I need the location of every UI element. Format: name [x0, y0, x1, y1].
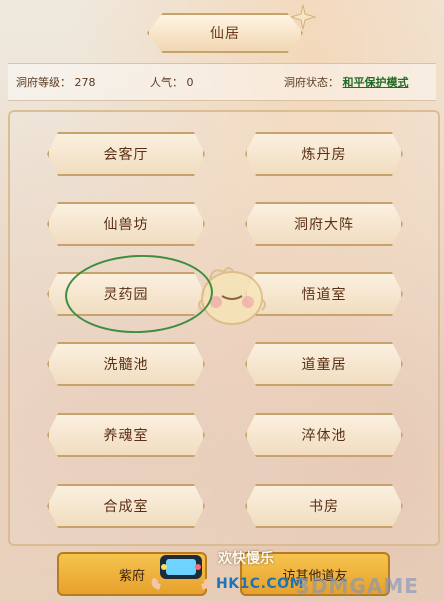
building-button-herb-garden[interactable]: 灵药园	[47, 272, 205, 316]
building-button-alchemy-room[interactable]: 炼丹房	[245, 132, 403, 176]
page-title: 仙居	[147, 13, 303, 53]
building-button-formation[interactable]: 洞府大阵	[245, 202, 403, 246]
cave-level: 洞府等级： 278	[16, 74, 96, 90]
building-label: 洗髓池	[103, 357, 149, 373]
building-button-guest-hall[interactable]: 会客厅	[47, 132, 205, 176]
building-button-beast-workshop[interactable]: 仙兽坊	[47, 202, 205, 246]
watermark-site: HK1C.COM	[216, 576, 305, 592]
building-button-synthesis-room[interactable]: 合成室	[47, 484, 205, 528]
chick-mascot-icon	[198, 267, 266, 325]
building-button-marrow-pool[interactable]: 洗髓池	[47, 342, 205, 386]
building-label: 淬体池	[301, 428, 347, 444]
cave-status: 洞府状态： 和平保护模式	[284, 74, 409, 90]
building-label: 仙兽坊	[103, 217, 149, 233]
cave-level-value: 278	[74, 76, 96, 89]
popularity-value: 0	[186, 76, 194, 89]
building-button-tempering-pool[interactable]: 淬体池	[245, 413, 403, 457]
page-title-text: 仙居	[210, 26, 240, 42]
building-label: 书房	[309, 499, 339, 515]
building-label: 悟道室	[301, 287, 347, 303]
building-label: 道童居	[301, 357, 347, 373]
building-label: 炼丹房	[301, 147, 347, 163]
building-button-soul-room[interactable]: 养魂室	[47, 413, 205, 457]
building-label: 会客厅	[103, 147, 149, 163]
building-label: 合成室	[103, 499, 149, 515]
cave-status-label: 洞府状态：	[284, 76, 339, 89]
building-button-acolyte-residence[interactable]: 道童居	[245, 342, 403, 386]
cave-level-label: 洞府等级：	[16, 76, 71, 89]
game-controller-phone-icon	[151, 555, 211, 590]
popularity: 人气： 0	[150, 74, 194, 90]
watermark-brand: 3DMGAME	[296, 574, 419, 598]
building-label: 灵药园	[103, 287, 149, 303]
popularity-label: 人气：	[150, 76, 183, 89]
building-label: 养魂室	[103, 428, 149, 444]
watermark-top-text: 欢快慢乐	[218, 551, 274, 567]
cave-status-value[interactable]: 和平保护模式	[343, 76, 409, 89]
building-button-study[interactable]: 书房	[245, 484, 403, 528]
bottom-tab-label: 紫府	[118, 568, 145, 584]
info-bar: 洞府等级： 278 人气： 0 洞府状态： 和平保护模式	[8, 63, 436, 101]
building-label: 洞府大阵	[294, 217, 354, 233]
